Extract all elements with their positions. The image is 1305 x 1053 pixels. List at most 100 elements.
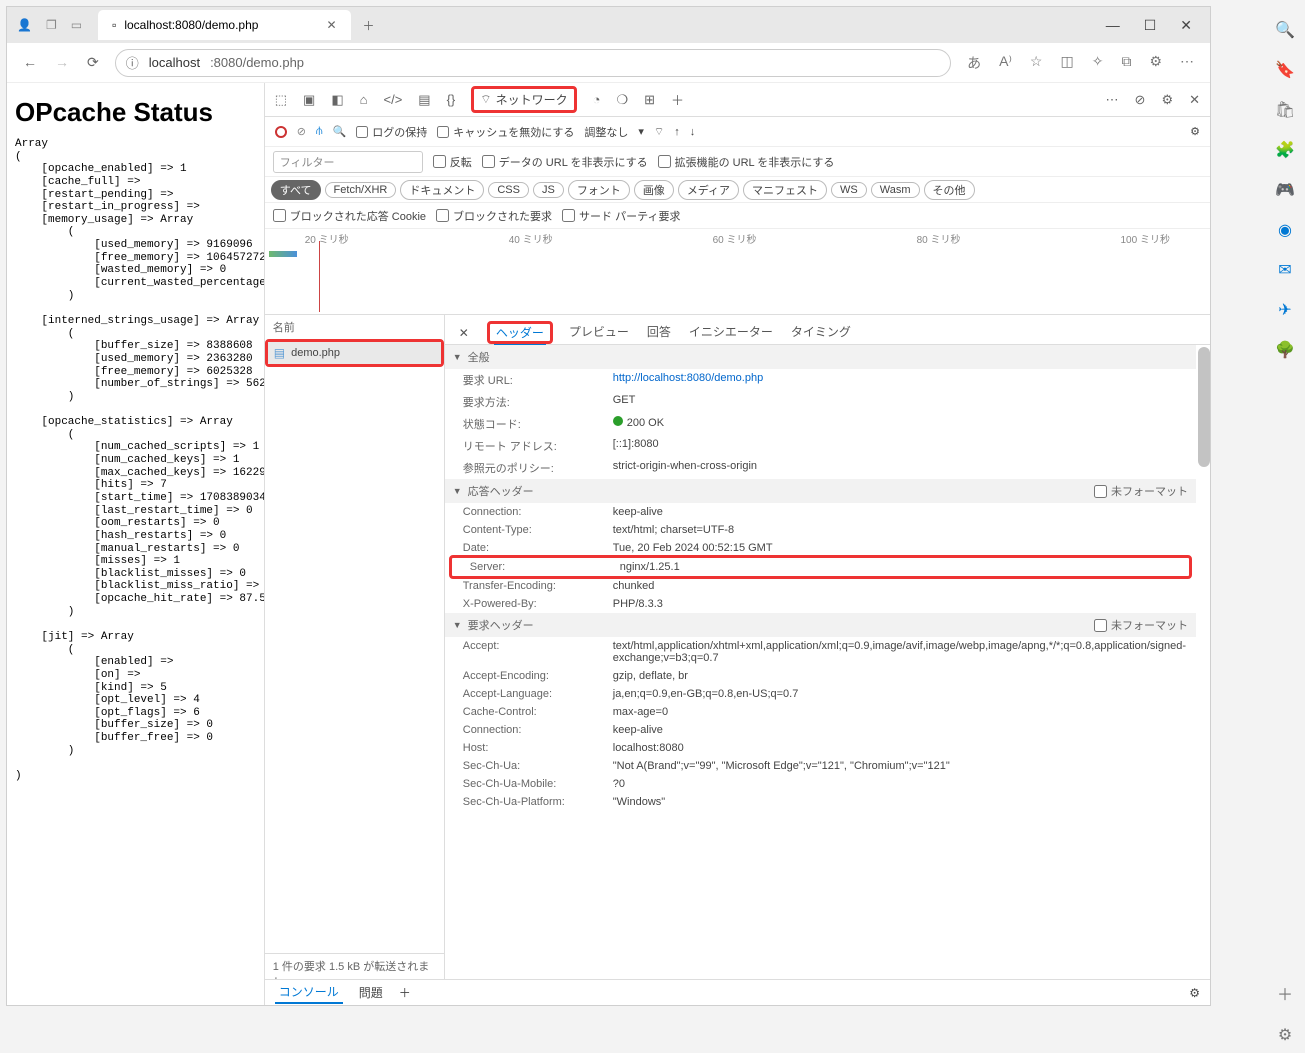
more-icon[interactable]: ⋯ [1106,92,1119,108]
type-doc[interactable]: ドキュメント [400,180,484,200]
close-window-button[interactable]: ✕ [1180,17,1192,34]
section-general[interactable]: ▼全般 [445,345,1196,369]
browser-tab[interactable]: ▫ localhost:8080/demo.php ✕ [98,10,350,40]
sources-icon[interactable]: {​} [447,92,456,107]
extensions-icon[interactable]: ⚙ [1149,53,1162,73]
raw-response-checkbox[interactable]: 未フォーマット [1094,483,1188,499]
sidebar-add-icon[interactable]: ＋ [1277,981,1293,1005]
record-button[interactable] [275,126,287,138]
filter-input[interactable]: フィルター [273,151,423,173]
raw-request-checkbox[interactable]: 未フォーマット [1094,617,1188,633]
url-input[interactable]: ⓘ localhost:8080/demo.php [115,49,951,77]
minimize-button[interactable]: — [1106,17,1120,34]
clear-button[interactable]: ⊘ [297,125,306,138]
blocked-cookies-checkbox[interactable]: ブロックされた応答 Cookie [273,208,426,224]
sidebar-tag-icon[interactable]: 🔖 [1275,60,1295,80]
keep-log-checkbox[interactable]: ログの保持 [356,124,427,140]
type-img[interactable]: 画像 [634,180,674,200]
type-css[interactable]: CSS [488,182,529,198]
timeline[interactable]: 20 ミリ秒 40 ミリ秒 60 ミリ秒 80 ミリ秒 100 ミリ秒 [265,229,1210,315]
reqlist-header-name[interactable]: 名前 [265,315,444,339]
type-manifest[interactable]: マニフェスト [743,180,827,200]
type-ws[interactable]: WS [831,182,867,198]
tab-network[interactable]: ⌔ ネットワーク [471,86,576,113]
workspace-icon[interactable]: ❐ [46,18,57,32]
profile-icon[interactable]: 👤 [17,18,32,32]
import-icon[interactable]: ↑ [674,126,680,138]
request-item-demo[interactable]: ▤ demo.php [268,342,441,364]
tab-headers[interactable]: ヘッダー [494,322,546,346]
tab-response[interactable]: 回答 [645,319,673,344]
memory-icon[interactable]: ❍ [616,92,628,108]
collections-icon[interactable]: ✧ [1092,53,1104,73]
split-icon[interactable]: ◫ [1060,53,1073,73]
translate-icon[interactable]: あ [967,53,981,73]
network-settings-icon[interactable]: ⚙ [1190,125,1200,138]
add-tab-icon[interactable]: ＋ [671,90,684,109]
sidebar-edge-icon[interactable]: ◉ [1278,220,1292,240]
search-icon[interactable]: 🔍 [333,125,347,138]
collections2-icon[interactable]: ⧉ [1121,53,1131,73]
dock-icon[interactable]: ◧ [331,92,343,108]
section-response-headers[interactable]: ▼応答ヘッダー未フォーマット [445,479,1196,503]
filter-toggle-icon[interactable]: ⫛ [316,125,323,138]
tab-timing[interactable]: タイミング [789,319,853,344]
tab-preview[interactable]: プレビュー [567,319,631,344]
read-aloud-icon[interactable]: A⁾ [999,53,1012,73]
blocked-reqs-checkbox[interactable]: ブロックされた要求 [436,208,552,224]
sidebar-drop-icon[interactable]: ✈ [1278,300,1291,320]
sidebar-tools-icon[interactable]: 🧩 [1275,140,1295,160]
type-js[interactable]: JS [533,182,564,198]
type-font[interactable]: フォント [568,180,630,200]
tab-initiator[interactable]: イニシエーター [687,319,775,344]
hide-ext-urls-checkbox[interactable]: 拡張機能の URL を非表示にする [658,154,835,170]
settings-icon[interactable]: ⚙ [1161,92,1173,108]
refresh-button[interactable]: ⟳ [87,54,99,71]
scrollbar-thumb[interactable] [1198,347,1210,467]
application-icon[interactable]: ⊞ [644,92,655,108]
device-icon[interactable]: ▣ [303,92,315,108]
close-devtools-icon[interactable]: ✕ [1189,92,1200,108]
type-other[interactable]: その他 [924,180,975,200]
sidebar-settings-icon[interactable]: ⚙ [1278,1025,1292,1045]
favorite-icon[interactable]: ☆ [1030,53,1043,73]
headers-body[interactable]: ▼全般 要求 URL:http://localhost:8080/demo.ph… [445,345,1210,979]
drawer-issues[interactable]: 問題 [355,982,387,1003]
hide-data-urls-checkbox[interactable]: データの URL を非表示にする [482,154,648,170]
back-button[interactable]: ← [23,54,37,71]
section-request-headers[interactable]: ▼要求ヘッダー未フォーマット [445,613,1196,637]
error-icon[interactable]: ⊘ [1135,92,1146,108]
type-media[interactable]: メディア [678,180,739,200]
maximize-button[interactable]: ☐ [1144,17,1157,34]
sidebar-outlook-icon[interactable]: ✉ [1278,260,1291,280]
sidebar-search-icon[interactable]: 🔍 [1275,20,1295,40]
menu-icon[interactable]: ⋯ [1180,53,1194,73]
throttle-chevron-icon[interactable]: ▾ [638,125,644,138]
inspect-icon[interactable]: ⬚ [275,92,287,108]
thirdparty-checkbox[interactable]: サード パーティ要求 [562,208,680,224]
console-icon[interactable]: ▤ [418,92,430,108]
welcome-icon[interactable]: ⌂ [360,92,368,107]
drawer-console[interactable]: コンソール [275,981,343,1004]
sidebar-plant-icon[interactable]: 🌳 [1275,340,1295,360]
drawer-settings-icon[interactable]: ⚙ [1189,986,1200,1000]
sidebar-shopping-icon[interactable]: 🛍 [1275,100,1295,120]
new-tab-button[interactable]: ＋ [363,17,375,34]
network-conditions-icon[interactable]: ⌔ [654,125,664,139]
invert-checkbox[interactable]: 反転 [433,154,472,170]
general-url-v[interactable]: http://localhost:8080/demo.php [613,372,763,384]
throttle-select[interactable]: 調整なし [584,124,628,140]
close-tab-icon[interactable]: ✕ [326,18,336,32]
disable-cache-checkbox[interactable]: キャッシュを無効にする [437,124,574,140]
type-all[interactable]: すべて [271,180,321,200]
export-icon[interactable]: ↓ [690,126,696,138]
type-fetch[interactable]: Fetch/XHR [325,182,397,198]
drawer-add[interactable]: ＋ [399,984,411,1001]
performance-icon[interactable]: ◔ [593,92,601,107]
tablist-icon[interactable]: ▭ [71,18,82,32]
type-wasm[interactable]: Wasm [871,182,920,198]
elements-icon[interactable]: </> [384,92,403,107]
site-info-icon[interactable]: ⓘ [126,53,139,72]
sidebar-games-icon[interactable]: 🎮 [1275,180,1295,200]
close-detail-icon[interactable]: ✕ [455,322,473,344]
